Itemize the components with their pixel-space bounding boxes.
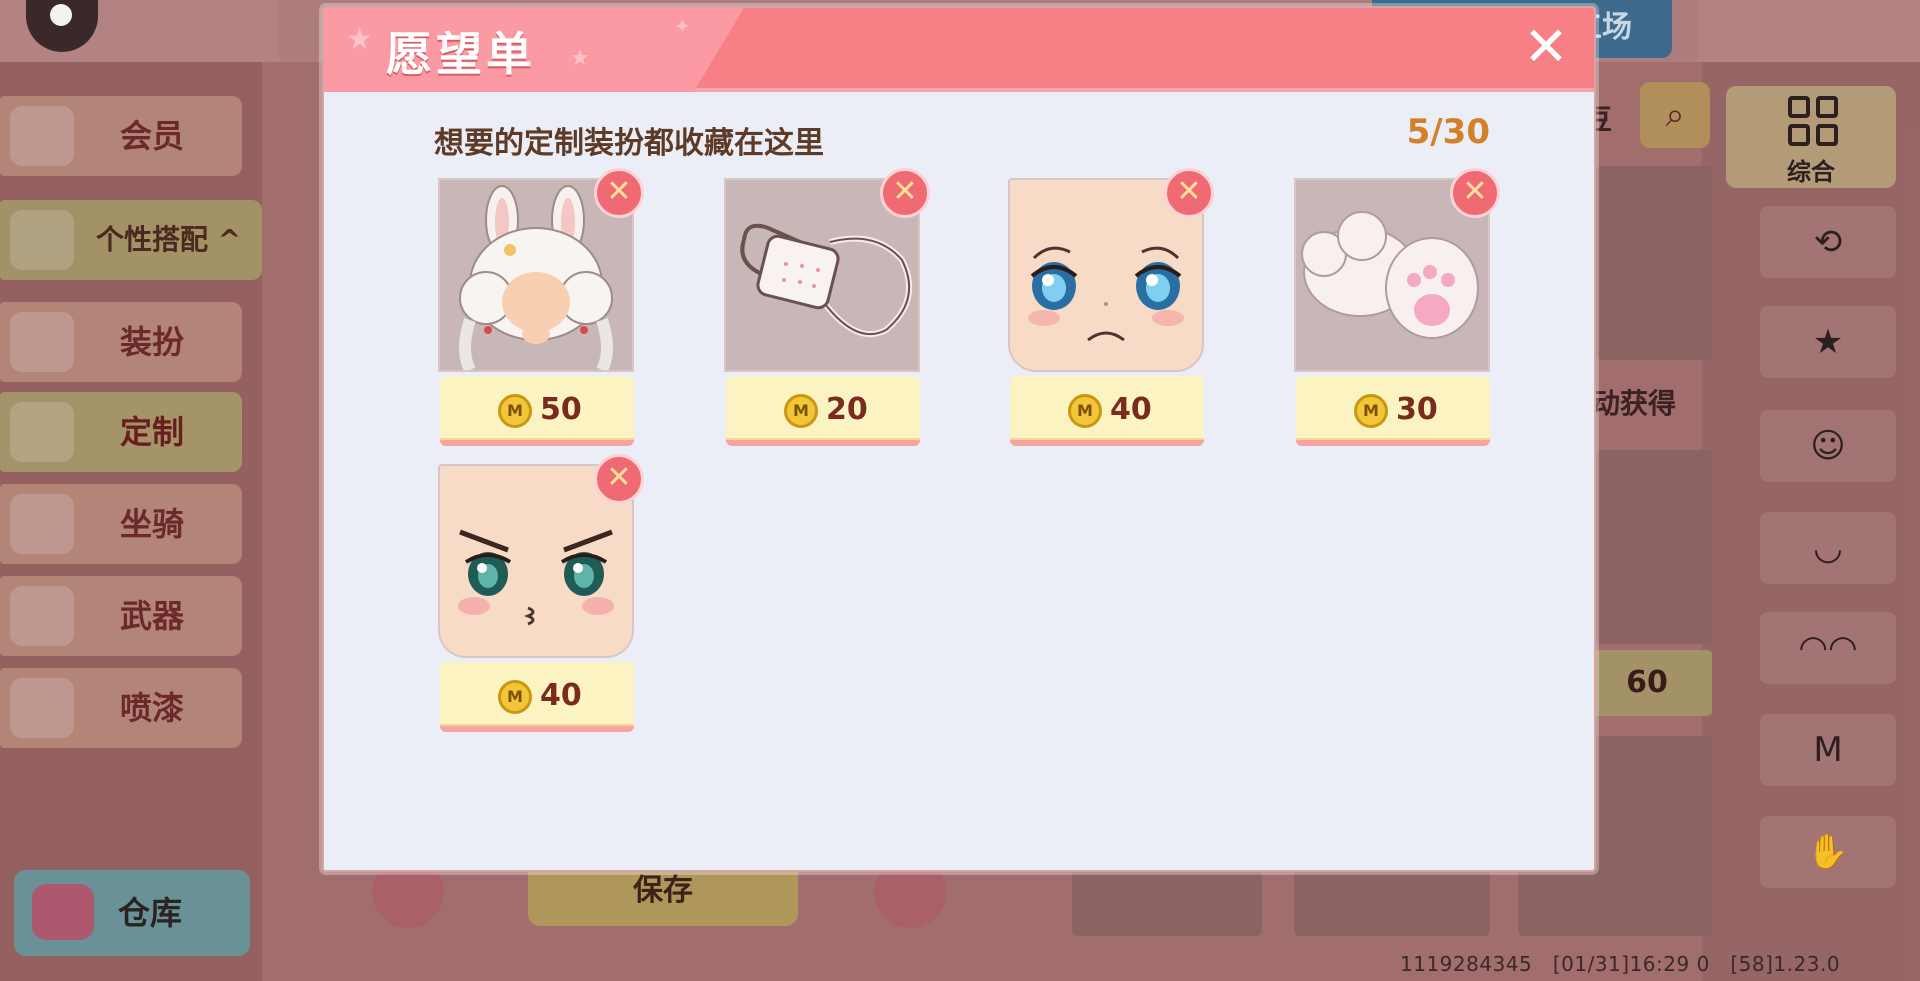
star-icon: ✦ (674, 14, 691, 38)
wishlist-dialog: ★ ★ ✦ 愿望单 ✕ 想要的定制装扮都收藏在这里 5/30 ✕ M 50 ✕ … (322, 6, 1596, 872)
remove-icon: ✕ (892, 174, 918, 209)
coin-icon: M (498, 394, 532, 428)
remove-button[interactable]: ✕ (880, 168, 930, 218)
dialog-title: 愿望单 (386, 27, 536, 81)
dialog-header: ★ ★ ✦ 愿望单 ✕ (324, 8, 1594, 92)
item-price: 30 (1396, 392, 1438, 427)
remove-button[interactable]: ✕ (1164, 168, 1214, 218)
buy-button[interactable]: M 20 (726, 376, 920, 446)
wishlist-item[interactable]: ✕ M 20 (724, 168, 930, 448)
coin-icon: M (498, 680, 532, 714)
buy-button[interactable]: M 30 (1296, 376, 1490, 446)
buy-button[interactable]: M 50 (440, 376, 634, 446)
remove-button[interactable]: ✕ (594, 168, 644, 218)
coin-icon: M (1068, 394, 1102, 428)
buy-button[interactable]: M 40 (1010, 376, 1204, 446)
remove-icon: ✕ (1176, 174, 1202, 209)
remove-icon: ✕ (606, 460, 632, 495)
buy-button[interactable]: M 40 (440, 662, 634, 732)
wishlist-subtitle: 想要的定制装扮都收藏在这里 (434, 126, 824, 161)
wishlist-item[interactable]: ✕ M 40 (1008, 168, 1214, 448)
item-price: 20 (826, 392, 868, 427)
remove-icon: ✕ (606, 174, 632, 209)
wishlist-item[interactable]: ✕ M 40 (438, 454, 644, 734)
item-price: 40 (1110, 392, 1152, 427)
wishlist-item[interactable]: ✕ M 30 (1294, 168, 1500, 448)
wishlist-item[interactable]: ✕ M 50 (438, 168, 644, 448)
remove-button[interactable]: ✕ (1450, 168, 1500, 218)
remove-button[interactable]: ✕ (594, 454, 644, 504)
item-price: 40 (540, 678, 582, 713)
coin-icon: M (1354, 394, 1388, 428)
coin-icon: M (784, 394, 818, 428)
star-icon: ★ (570, 46, 590, 71)
close-button[interactable]: ✕ (1520, 20, 1572, 74)
item-price: 50 (540, 392, 582, 427)
wishlist-count: 5/30 (1406, 112, 1490, 152)
remove-icon: ✕ (1462, 174, 1488, 209)
star-icon: ★ (346, 22, 373, 57)
close-icon: ✕ (1523, 15, 1569, 78)
